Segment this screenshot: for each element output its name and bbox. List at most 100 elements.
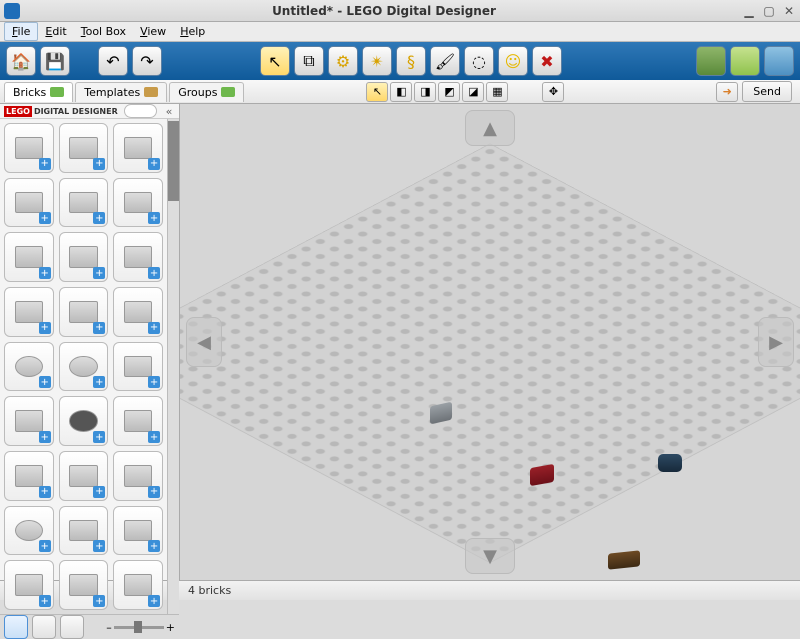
tab-bricks-label: Bricks [13, 86, 46, 99]
orbit-right[interactable]: ▶ [758, 317, 794, 367]
baseplate[interactable] [180, 143, 800, 563]
sub-toolbar: Bricks Templates Groups ↖ ◧ ◨ ◩ ◪ ▦ ✥ ➜ … [0, 80, 800, 104]
brick-item[interactable] [113, 232, 163, 282]
sidebar: LEGODIGITAL DESIGNER « [0, 104, 180, 580]
save-button[interactable]: 💾 [40, 46, 70, 76]
pointer-tool[interactable]: ↖ [260, 46, 290, 76]
brick-item[interactable] [4, 342, 54, 392]
menu-edit[interactable]: Edit [38, 23, 73, 40]
logo: LEGODIGITAL DESIGNER [4, 107, 118, 116]
select-all[interactable]: ▦ [486, 82, 508, 102]
orbit-left[interactable]: ◀ [186, 317, 222, 367]
brick-item[interactable] [4, 287, 54, 337]
brick-item[interactable] [113, 451, 163, 501]
brick-item[interactable] [113, 178, 163, 228]
terrain-button[interactable] [696, 46, 726, 76]
mode-view[interactable] [32, 615, 56, 639]
menu-bar: File Edit Tool Box View Help [0, 22, 800, 42]
paint-tool[interactable]: 🖌 [430, 46, 460, 76]
brick-item[interactable] [59, 560, 109, 610]
brick-item[interactable] [4, 451, 54, 501]
redo-button[interactable]: ↷ [132, 46, 162, 76]
piece-brown[interactable] [608, 550, 640, 569]
brick-item[interactable] [59, 396, 109, 446]
menu-toolbox[interactable]: Tool Box [74, 23, 133, 40]
close-button[interactable]: ✕ [782, 4, 796, 18]
window-titlebar: Untitled* - LEGO Digital Designer ▁ ▢ ✕ [0, 0, 800, 22]
brick-item[interactable] [4, 396, 54, 446]
app-icon [4, 3, 20, 19]
toolbar-main: 🏠 💾 ↶ ↷ ↖ ⧉ ⚙ ✴ § 🖌 ◌ ☺ ✖ [0, 42, 800, 80]
brick-item[interactable] [59, 342, 109, 392]
selection-tools: ↖ ◧ ◨ ◩ ◪ ▦ ✥ [366, 82, 564, 102]
brick-item[interactable] [113, 123, 163, 173]
select-single[interactable]: ↖ [366, 82, 388, 102]
tab-templates-label: Templates [84, 86, 140, 99]
select-color[interactable]: ◧ [390, 82, 412, 102]
brick-item[interactable] [59, 451, 109, 501]
mode-guide[interactable] [60, 615, 84, 639]
brick-item[interactable] [113, 560, 163, 610]
status-brick-count: 4 bricks [188, 584, 231, 597]
brick-item[interactable] [59, 123, 109, 173]
tab-templates[interactable]: Templates [75, 82, 167, 102]
brick-item[interactable] [59, 232, 109, 282]
menu-view[interactable]: View [133, 23, 173, 40]
build-canvas[interactable]: ▲ ▼ ◀ ▶ [180, 104, 800, 580]
palette-zoom-slider[interactable]: – + [88, 621, 175, 634]
home-button[interactable]: 🏠 [6, 46, 36, 76]
hide-tool[interactable]: ◌ [464, 46, 494, 76]
brick-icon [50, 87, 64, 97]
zoom-in-icon[interactable]: + [166, 621, 175, 634]
brick-search-input[interactable] [124, 104, 157, 118]
camera-tool[interactable]: ✥ [542, 82, 564, 102]
palette-scrollbar[interactable] [167, 119, 179, 614]
select-type[interactable]: ◪ [462, 82, 484, 102]
brick-item[interactable] [4, 560, 54, 610]
tab-groups-label: Groups [178, 86, 217, 99]
brick-item[interactable] [113, 287, 163, 337]
brick-palette [0, 119, 167, 614]
scene-green-button[interactable] [730, 46, 760, 76]
brick-item[interactable] [59, 178, 109, 228]
menu-help[interactable]: Help [173, 23, 212, 40]
scene-blue-button[interactable] [764, 46, 794, 76]
tab-groups[interactable]: Groups [169, 82, 244, 102]
send-icon[interactable]: ➜ [716, 82, 738, 102]
group-icon [221, 87, 235, 97]
menu-file[interactable]: File [4, 22, 38, 41]
brick-item[interactable] [4, 123, 54, 173]
brick-item[interactable] [59, 506, 109, 556]
brick-item[interactable] [113, 396, 163, 446]
hinge-align-tool[interactable]: ✴ [362, 46, 392, 76]
clone-tool[interactable]: ⧉ [294, 46, 324, 76]
main-area: LEGODIGITAL DESIGNER « [0, 104, 800, 580]
brick-item[interactable] [4, 232, 54, 282]
brick-item[interactable] [113, 342, 163, 392]
brick-item[interactable] [113, 506, 163, 556]
minimize-button[interactable]: ▁ [742, 4, 756, 18]
sidebar-header: LEGODIGITAL DESIGNER « [0, 104, 179, 119]
undo-button[interactable]: ↶ [98, 46, 128, 76]
mode-build[interactable] [4, 615, 28, 639]
flex-tool[interactable]: § [396, 46, 426, 76]
template-icon [144, 87, 158, 97]
select-connected[interactable]: ◩ [438, 82, 460, 102]
minifig-tool[interactable]: ☺ [498, 46, 528, 76]
send-button[interactable]: Send [742, 81, 792, 102]
maximize-button[interactable]: ▢ [762, 4, 776, 18]
orbit-down[interactable]: ▼ [465, 538, 515, 574]
piece-dark-blue[interactable] [658, 454, 682, 472]
window-title: Untitled* - LEGO Digital Designer [26, 4, 742, 18]
brick-item[interactable] [59, 287, 109, 337]
zoom-out-icon[interactable]: – [106, 621, 112, 634]
brick-item[interactable] [4, 506, 54, 556]
collapse-sidebar[interactable]: « [163, 105, 175, 118]
select-shape[interactable]: ◨ [414, 82, 436, 102]
tab-bricks[interactable]: Bricks [4, 82, 73, 102]
hinge-tool[interactable]: ⚙ [328, 46, 358, 76]
delete-tool[interactable]: ✖ [532, 46, 562, 76]
orbit-up[interactable]: ▲ [465, 110, 515, 146]
brick-item[interactable] [4, 178, 54, 228]
sidebar-footer: – + [0, 614, 179, 639]
